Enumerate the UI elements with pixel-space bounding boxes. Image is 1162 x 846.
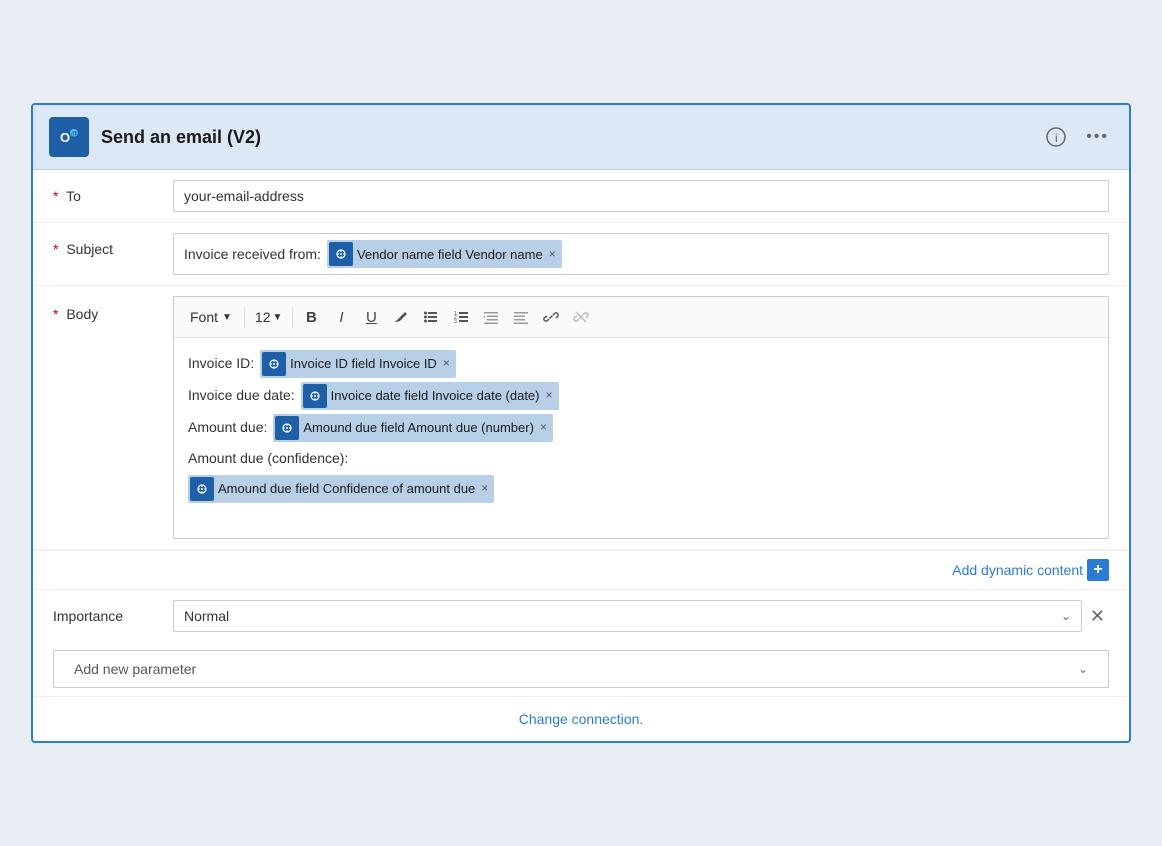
font-size-label: 12 [255,309,271,325]
header-title: Send an email (V2) [101,127,1030,148]
header-actions: i ••• [1042,123,1113,151]
amount-due-chip[interactable]: Amound due field Amount due (number) × [273,414,553,442]
outlook-icon: O @ [49,117,89,157]
body-required-marker: * [53,306,58,322]
editor-content[interactable]: Invoice ID: [174,338,1108,538]
subject-required-marker: * [53,241,58,257]
italic-button[interactable]: I [327,303,355,331]
body-line-4-chip-row: Amound due field Confidence of amount du… [188,475,1094,503]
add-dynamic-plus-icon: + [1087,559,1109,581]
change-connection-row: Change connection. [33,696,1129,741]
size-chevron-icon: ▼ [273,312,283,323]
importance-row: Importance Normal ⌄ ✕ [33,589,1129,642]
indent-increase-button[interactable] [507,303,535,331]
unlink-button[interactable] [567,303,595,331]
body-line-4: Amount due (confidence): [188,446,1094,471]
importance-chevron-icon: ⌄ [1061,609,1071,623]
importance-select-wrap: Normal ⌄ ✕ [173,600,1109,632]
add-dynamic-label: Add dynamic content [952,562,1083,578]
to-required-marker: * [53,188,58,204]
svg-text:@: @ [71,131,78,138]
importance-label: Importance [53,608,173,624]
body-editor[interactable]: Font ▼ 12 ▼ B I U [173,296,1109,539]
subject-field[interactable]: Invoice received from: Vendo [173,233,1109,275]
change-connection-button[interactable]: Change connection. [519,711,644,727]
change-connection-label: Change connection. [519,711,644,727]
more-options-button[interactable]: ••• [1082,124,1113,150]
info-button[interactable]: i [1042,123,1070,151]
ordered-list-button[interactable]: 1. 2. 3. [447,303,475,331]
to-row: * To [33,170,1129,223]
add-param-row[interactable]: Add new parameter ⌄ [53,650,1109,688]
confidence-chip[interactable]: Amound due field Confidence of amount du… [188,475,494,503]
confidence-chip-icon [190,477,214,501]
send-email-card: O @ Send an email (V2) i ••• * To [31,103,1131,743]
invoice-date-chip-close[interactable]: × [546,385,553,407]
confidence-chip-close[interactable]: × [481,478,488,500]
invoice-date-chip-label: Invoice date field Invoice date (date) [331,384,540,407]
amount-due-chip-label: Amound due field Amount due (number) [303,416,534,439]
font-chevron-icon: ▼ [222,312,232,323]
subject-chip-close[interactable]: × [549,247,556,261]
body-line-1-prefix: Invoice ID: [188,351,254,376]
card-body: * To * Subject Invoice received from: [33,170,1129,741]
subject-label: * Subject [53,233,173,257]
invoice-date-chip[interactable]: Invoice date field Invoice date (date) × [301,382,559,410]
dynamic-content-row: Add dynamic content + [33,550,1129,589]
subject-prefix: Invoice received from: [184,246,321,262]
subject-chip[interactable]: Vendor name field Vendor name × [327,240,562,268]
body-label: * Body [53,296,173,322]
add-dynamic-button[interactable]: Add dynamic content + [952,559,1109,581]
card-header: O @ Send an email (V2) i ••• [33,105,1129,170]
toolbar-separator-2 [292,307,293,327]
body-line-3: Amount due: [188,414,1094,442]
subject-chip-label: Vendor name field Vendor name [357,247,543,262]
body-line-3-prefix: Amount due: [188,415,267,440]
amount-due-chip-icon [275,416,299,440]
body-line-2: Invoice due date: [188,382,1094,410]
font-selector[interactable]: Font ▼ [182,305,240,329]
body-line-4-prefix: Amount due (confidence): [188,446,348,471]
toolbar-separator-1 [244,307,245,327]
invoice-id-chip-close[interactable]: × [443,353,450,375]
invoice-id-chip-label: Invoice ID field Invoice ID [290,352,437,375]
link-button[interactable] [537,303,565,331]
editor-toolbar: Font ▼ 12 ▼ B I U [174,297,1108,338]
bold-button[interactable]: B [297,303,325,331]
invoice-id-chip[interactable]: Invoice ID field Invoice ID × [260,350,456,378]
importance-select[interactable]: Normal ⌄ [173,600,1082,632]
importance-clear-button[interactable]: ✕ [1086,602,1109,631]
font-size-selector[interactable]: 12 ▼ [249,305,288,329]
body-line-2-prefix: Invoice due date: [188,383,295,408]
unordered-list-button[interactable] [417,303,445,331]
highlight-button[interactable] [387,303,415,331]
underline-button[interactable]: U [357,303,385,331]
confidence-chip-label: Amound due field Confidence of amount du… [218,477,475,500]
svg-text:3.: 3. [454,319,458,325]
indent-decrease-button[interactable] [477,303,505,331]
body-row: * Body Font ▼ 12 ▼ B [33,286,1129,550]
add-param-label: Add new parameter [74,661,196,677]
invoice-date-chip-icon [303,384,327,408]
svg-text:O: O [60,130,70,145]
subject-chip-icon [329,242,353,266]
font-label: Font [190,309,218,325]
to-label: * To [53,180,173,204]
add-param-chevron-icon: ⌄ [1078,662,1088,676]
amount-due-chip-close[interactable]: × [540,417,547,439]
importance-value: Normal [184,608,229,624]
invoice-id-chip-icon [262,352,286,376]
to-input[interactable] [173,180,1109,212]
svg-text:i: i [1055,131,1058,145]
subject-row: * Subject Invoice received from: [33,223,1129,286]
body-line-1: Invoice ID: [188,350,1094,378]
